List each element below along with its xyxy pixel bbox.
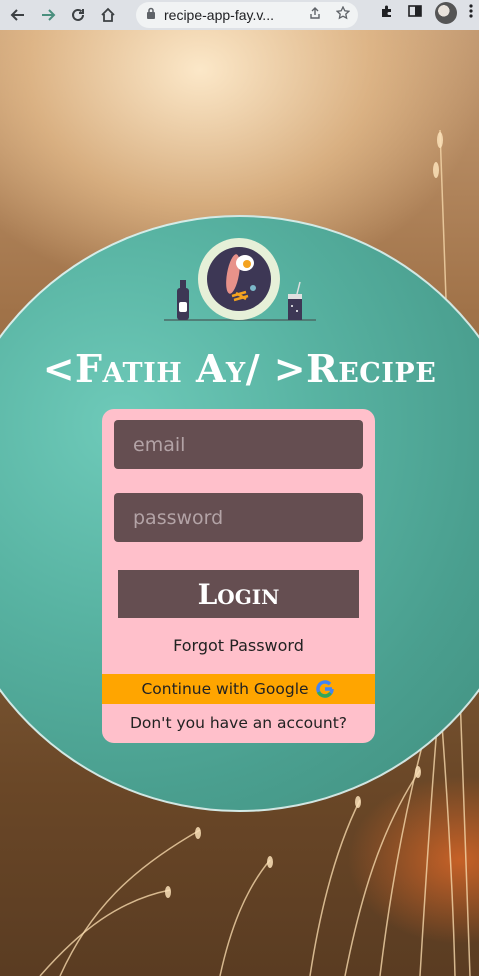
side-panel-icon[interactable]: [407, 3, 423, 24]
extensions-icon[interactable]: [379, 3, 395, 24]
google-signin-button[interactable]: Continue with Google: [102, 674, 375, 704]
star-icon[interactable]: [335, 5, 351, 23]
email-input[interactable]: [114, 420, 363, 469]
brand-title: <Fatih Ay/ >Recipe: [42, 346, 437, 391]
login-button[interactable]: Login: [118, 570, 359, 618]
browser-toolbar: recipe-app-fay.v...: [0, 0, 479, 30]
forward-arrow-icon[interactable]: [36, 3, 60, 27]
menu-icon[interactable]: [469, 3, 473, 24]
sauce-bottle-icon: [177, 280, 189, 320]
forgot-password-link[interactable]: Forgot Password: [102, 636, 375, 655]
password-input[interactable]: [114, 493, 363, 542]
url-text: recipe-app-fay.v...: [164, 7, 274, 23]
home-icon[interactable]: [96, 3, 120, 27]
food-plate-logo: [164, 238, 316, 321]
google-signin-label: Continue with Google: [141, 680, 309, 698]
drink-cup-icon: [288, 281, 302, 320]
reload-icon[interactable]: [66, 3, 90, 27]
lock-icon: [146, 6, 156, 24]
signup-link[interactable]: Don't you have an account?: [102, 714, 375, 732]
share-icon[interactable]: [308, 6, 322, 23]
back-arrow-icon[interactable]: [6, 3, 30, 27]
profile-avatar[interactable]: [435, 2, 457, 24]
login-card: Login Forgot Password Continue with Goog…: [102, 409, 375, 743]
address-bar[interactable]: recipe-app-fay.v...: [136, 2, 358, 28]
google-icon: [315, 680, 334, 698]
